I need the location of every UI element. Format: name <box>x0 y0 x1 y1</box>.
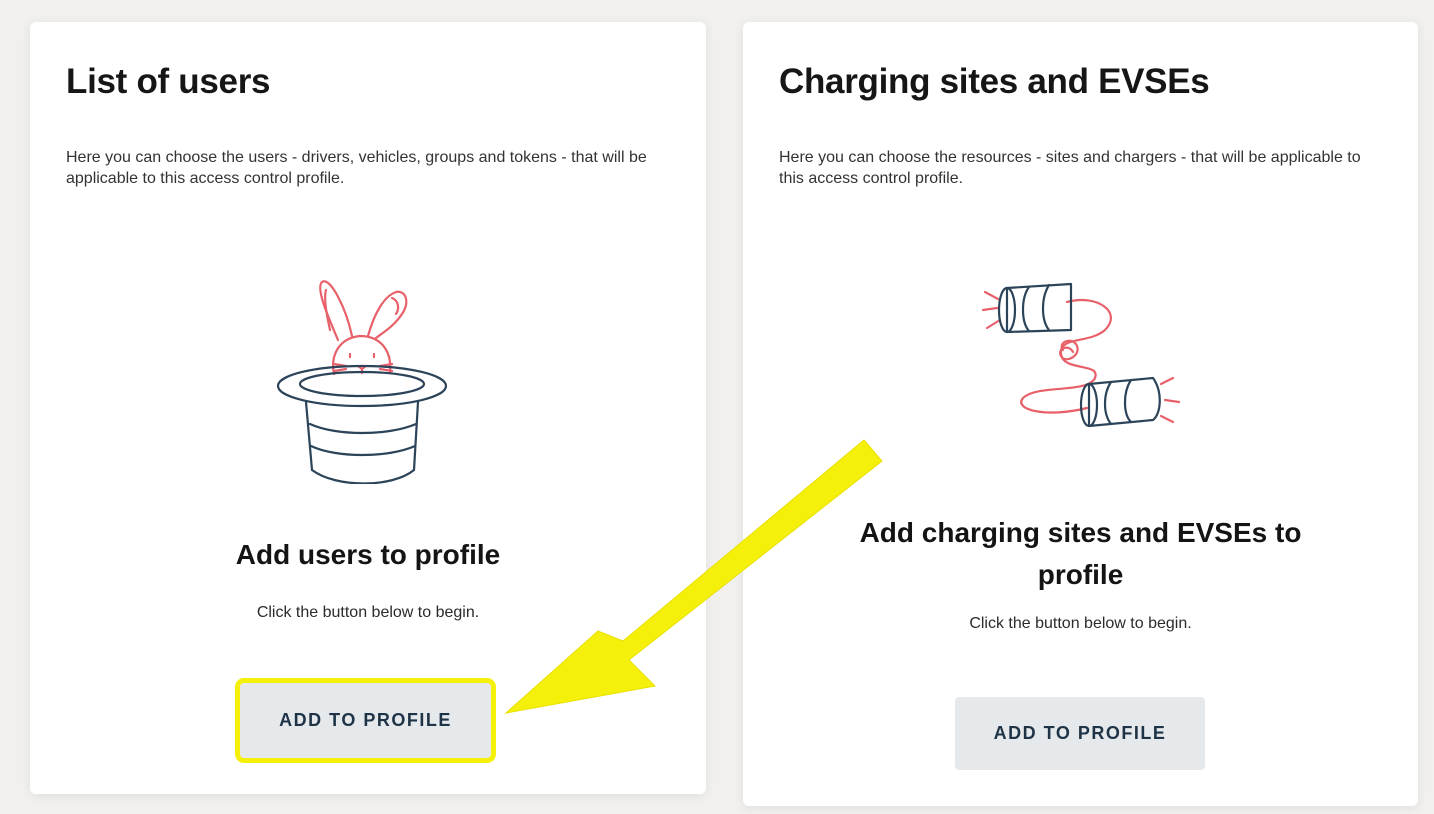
sites-add-to-profile-button[interactable]: ADD TO PROFILE <box>955 697 1205 770</box>
sites-empty-title: Add charging sites and EVSEs to profile <box>859 517 1302 590</box>
users-empty-subtitle: Click the button below to begin. <box>256 604 480 621</box>
sites-empty-subtitle: Click the button below to begin. <box>969 615 1192 632</box>
users-card: List of users Here you can choose the us… <box>30 22 706 794</box>
sites-card-title: Charging sites and EVSEs <box>779 62 1210 101</box>
sites-card: Charging sites and EVSEs Here you can ch… <box>743 22 1418 806</box>
users-card-title: List of users <box>66 62 271 101</box>
rabbit-in-hat-icon <box>276 280 448 484</box>
users-card-description: Here you can choose the users - drivers,… <box>66 149 647 187</box>
sites-card-description: Here you can choose the resources - site… <box>779 149 1361 187</box>
users-empty-title: Add users to profile <box>235 539 501 570</box>
tin-can-phone-icon <box>981 282 1181 428</box>
users-add-to-profile-button[interactable]: ADD TO PROFILE <box>235 678 496 763</box>
